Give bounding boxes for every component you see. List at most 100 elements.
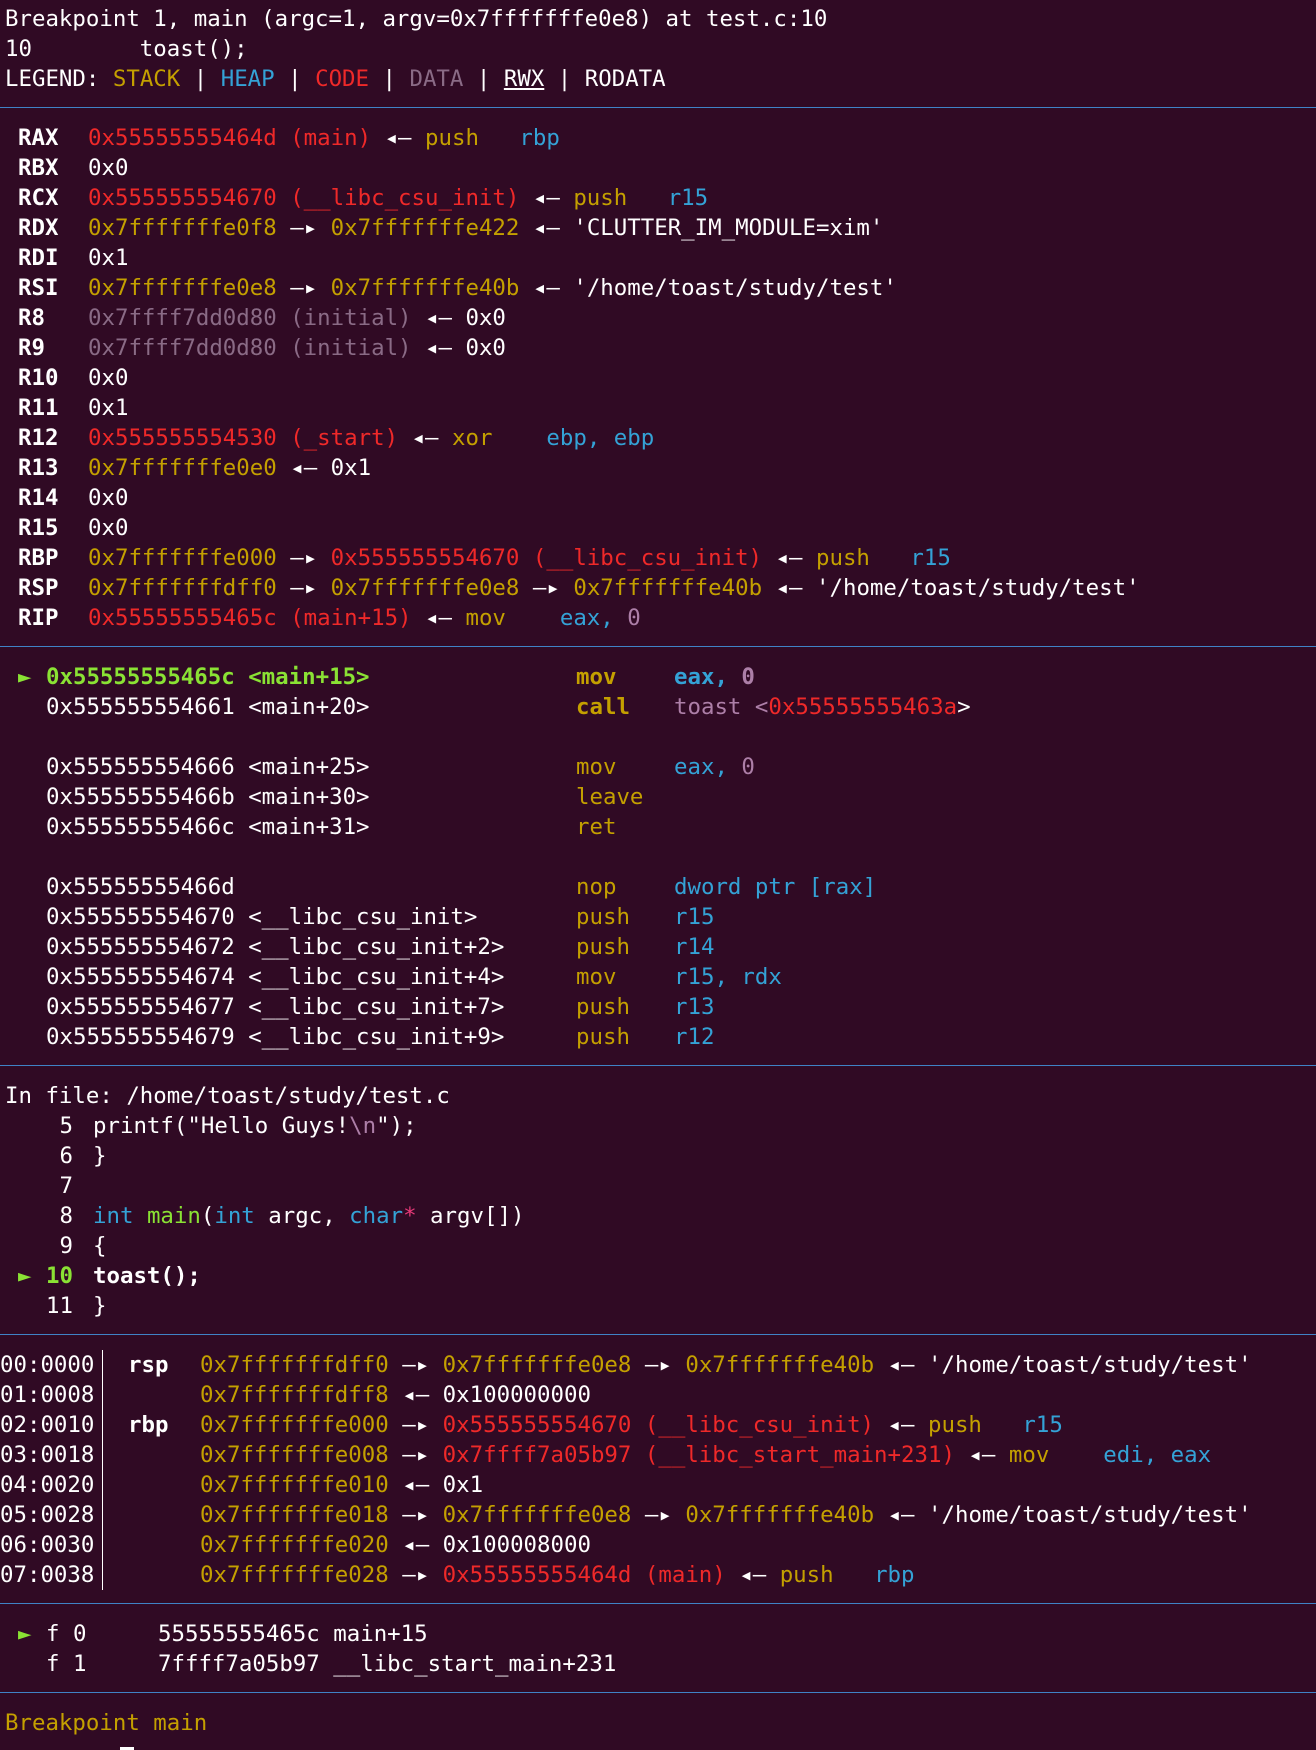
disasm-address: 0x55555555466c <main+31> [46, 814, 370, 840]
line-number: 7 [59, 1173, 73, 1199]
register-name: RDI [18, 245, 59, 271]
register-row: R11 0x1 [0, 393, 1316, 423]
arrow-right: —▸ [290, 545, 318, 571]
source-line: 11} [0, 1291, 1316, 1321]
pointer-value: 0x7fffffffe40b [330, 275, 520, 301]
arrow-left: ◂— [425, 605, 452, 631]
disasm-mnemonic: mov [576, 964, 617, 990]
string-value: '/home/toast/study/test' [928, 1502, 1252, 1528]
instruction: push [815, 545, 870, 571]
register-name: R11 [18, 395, 59, 421]
disasm-row: 0x555555554666 <main+25> mov eax, 0 [0, 752, 1316, 782]
line-number: 10 [46, 1263, 73, 1289]
string-value: '/home/toast/study/test' [573, 275, 897, 301]
disasm-operand: toast < [674, 694, 769, 720]
operand: edi, eax [1103, 1442, 1212, 1468]
register-value: 0x55555555465c (main+15) [88, 605, 412, 631]
terminal[interactable]: Breakpoint 1, main (argc=1, argv=0x7ffff… [0, 0, 1316, 1750]
instruction: push [425, 125, 479, 151]
disasm-mnemonic: leave [576, 784, 644, 810]
disasm-row: 0x555555554661 <main+20> call toast <0x555… [0, 692, 1316, 722]
stack-value: 0x100000000 [442, 1382, 591, 1408]
function-name: main [146, 1203, 201, 1229]
stack-address: 0x7fffffffdff0 [200, 1352, 389, 1378]
legend: LEGEND: STACK | HEAP | CODE | DATA | RWX… [0, 64, 1316, 94]
stack-offset: 00:0000 [0, 1350, 103, 1380]
stack-offset: 05:0028 [0, 1500, 103, 1530]
stack-offset: 03:0018 [0, 1440, 103, 1470]
source-line-current: ► 10 toast(); [0, 1261, 1316, 1291]
arrow-right: —▸ [290, 275, 318, 301]
legend-heap: HEAP [220, 66, 275, 92]
register-name: RSI [18, 275, 59, 301]
register-row: R15 0x0 [0, 513, 1316, 543]
arrow-left: ◂— [532, 215, 560, 241]
register-name: R15 [18, 515, 59, 541]
register-row: R14 0x0 [0, 483, 1316, 513]
stack-row: 04:0020 0x7fffffffe010 ◂— 0x1 [0, 1470, 1316, 1500]
legend-pipe: | [557, 66, 572, 92]
registers-panel: RAX 0x55555555464d (main) ◂— push rbp RBX… [0, 123, 1316, 633]
source-file-path: In file: /home/toast/study/test.c [5, 1083, 450, 1109]
instruction: push [573, 185, 628, 211]
stack-offset: 04:0020 [0, 1470, 103, 1500]
pointer-value: 0x55555555464d (main) [442, 1562, 726, 1588]
stack-address: 0x7fffffffe010 [200, 1472, 389, 1498]
stack-value: 0x1 [442, 1472, 484, 1498]
disasm-address: 0x55555555465c <main+15> [46, 664, 370, 690]
arrow-right: —▸ [644, 1502, 672, 1528]
line-number: 6 [59, 1143, 73, 1169]
stack-row: 07:0038 0x7fffffffe028 —▸ 0x55555555464d … [0, 1560, 1316, 1590]
instruction: push [927, 1412, 982, 1438]
register-value: 0x0 [88, 155, 129, 181]
source-line: 5 printf("Hello Guys!\n"); [0, 1111, 1316, 1141]
disasm-operand: eax, [674, 754, 742, 780]
stack-value: 0x100008000 [442, 1532, 591, 1558]
legend-stack: STACK [112, 66, 181, 92]
stack-offset: 02:0010 [0, 1410, 103, 1440]
source-line: 7 [0, 1171, 1316, 1201]
register-name: RIP [18, 605, 59, 631]
disasm-row: 0x55555555466b <main+30> leave [0, 782, 1316, 812]
stack-row: 00:0000 rsp 0x7fffffffdff0 —▸ 0x7fffffffe0… [0, 1350, 1316, 1380]
disasm-mnemonic: call [576, 694, 630, 720]
register-value: 0x555555554530 (_start) [88, 425, 399, 451]
stack-panel: 00:0000 rsp 0x7fffffffdff0 —▸ 0x7fffffffe0… [0, 1350, 1316, 1590]
section-separator [0, 107, 1316, 108]
line-number: 5 [59, 1113, 73, 1139]
line-number: 8 [59, 1203, 73, 1229]
register-row: RDX 0x7fffffffe0f8 —▸ 0x7fffffffe422 ◂— '… [0, 213, 1316, 243]
stack-register: rbp [128, 1412, 169, 1438]
arrow-left: ◂— [739, 1562, 767, 1588]
disasm-operand: r14 [674, 934, 715, 960]
disasm-operand: r13 [674, 994, 715, 1020]
register-value: 0x1 [88, 395, 129, 421]
command-prompt[interactable]: Breakpoint main [0, 1708, 1316, 1738]
disasm-mnemonic: push [576, 1024, 630, 1050]
line-number: 11 [46, 1293, 73, 1319]
arrow-left: ◂— [402, 1532, 430, 1558]
disasm-row: 0x555555554679 <__libc_csu_init+9> push r1… [0, 1022, 1316, 1052]
stack-offset: 06:0030 [0, 1530, 103, 1560]
pointer-value: 0x7fffffffe40b [573, 575, 763, 601]
stack-row: 03:0018 0x7fffffffe008 —▸ 0x7ffff7a05b97 … [0, 1440, 1316, 1470]
disasm-mnemonic: mov [576, 664, 617, 690]
current-line-arrow-icon: ► [18, 1263, 32, 1289]
arrow-left: ◂— [402, 1382, 430, 1408]
stack-row: 06:0030 0x7fffffffe020 ◂— 0x100008000 [0, 1530, 1316, 1560]
register-row: RBX 0x0 [0, 153, 1316, 183]
register-row: RDI 0x1 [0, 243, 1316, 273]
disasm-mnemonic: nop [576, 874, 617, 900]
operand: ebp, ebp [546, 425, 655, 451]
register-name: R10 [18, 365, 59, 391]
source-text: toast(); [93, 1263, 201, 1289]
stack-address: 0x7fffffffe020 [200, 1532, 389, 1558]
pointer-value: 0x0 [465, 305, 506, 331]
arrow-right: —▸ [402, 1442, 430, 1468]
source-text: argc, [254, 1203, 350, 1229]
disasm-immediate: 0 [741, 754, 755, 780]
legend-pipe: | [288, 66, 302, 92]
register-value: 0x7fffffffe0e0 [88, 455, 277, 481]
section-separator [0, 646, 1316, 647]
